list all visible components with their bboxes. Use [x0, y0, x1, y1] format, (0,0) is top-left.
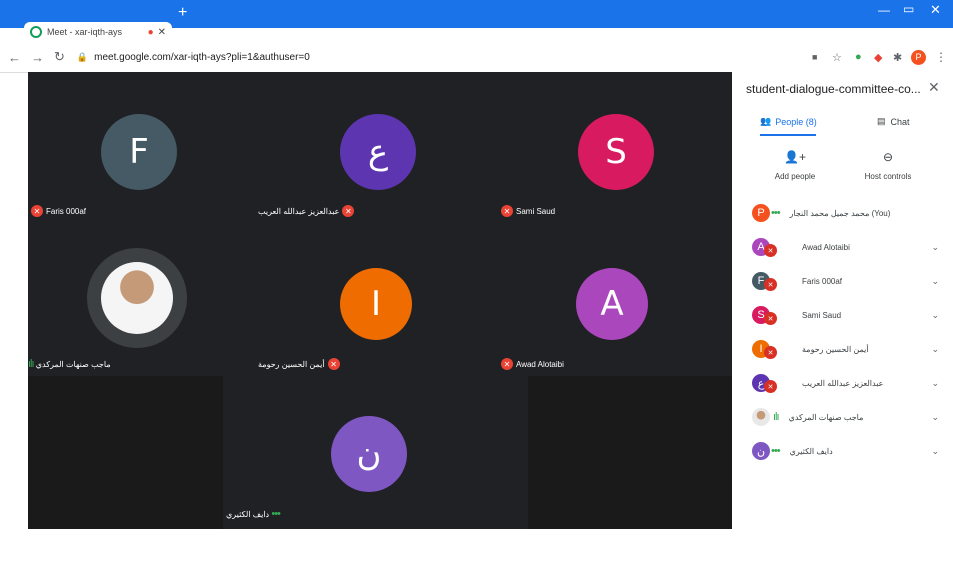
close-tab-icon[interactable]: ✕ [158, 27, 166, 38]
mic-off-icon: ✕ [31, 205, 43, 217]
extension-icon[interactable]: ● [855, 51, 862, 63]
tile-avatar: I [340, 268, 412, 340]
recording-dot-icon: ● [147, 26, 154, 38]
chevron-down-icon[interactable]: ⌄ [931, 412, 939, 423]
mic-off-icon: ✕ [764, 278, 777, 291]
video-grid: F ✕ Faris 000af ع عبدالعزيز عبدالله العري… [28, 72, 732, 529]
participant-name: محمد جميل محمد النجار (You) [789, 208, 891, 218]
participant-avatar: A ✕ [752, 238, 777, 257]
address-bar-row: ← → ↻ 🔒 meet.google.com/xar-iqth-ays?pli… [0, 42, 953, 73]
tile-name: ✕ Awad Alotaibi [498, 358, 564, 370]
people-icon: 👥 [760, 116, 772, 126]
connecting-dots-icon: ••• [771, 445, 781, 457]
participant-name: ماجب صنهات المركدي [788, 412, 864, 422]
mic-off-icon: ✕ [764, 380, 777, 393]
participant-avatar: ن [752, 442, 770, 460]
participant-avatar: ع ✕ [752, 374, 777, 393]
extension-2-icon[interactable]: ◆ [874, 51, 882, 64]
mic-off-icon: ✕ [764, 312, 777, 325]
chevron-down-icon[interactable]: ⌄ [931, 446, 939, 457]
tile-avatar: A [576, 268, 648, 340]
tile-name: ✕ Sami Saud [498, 205, 555, 217]
participant-name: Awad Alotaibi [802, 242, 850, 252]
tile-name: أيمن الحسين رحومة ✕ [258, 358, 343, 370]
participant-name: أيمن الحسين رحومة [802, 344, 869, 354]
chevron-down-icon[interactable]: ⌄ [931, 344, 939, 355]
toggle-icon: ⊖ [882, 150, 894, 164]
menu-icon[interactable]: ⋮ [935, 50, 947, 64]
back-button[interactable]: ← [8, 50, 21, 65]
participant-name: Sami Saud [802, 310, 842, 320]
tile-avatar: ع [340, 114, 416, 190]
user-photo [101, 262, 173, 334]
participant-name: عبدالعزيز عبدالله العريب [802, 378, 884, 388]
extensions-puzzle-icon[interactable]: ✱ [893, 51, 902, 64]
profile-avatar[interactable]: P [911, 49, 926, 65]
meet-favicon-icon [30, 26, 42, 38]
tab-chat[interactable]: ▤ Chat [877, 116, 910, 127]
chat-icon: ▤ [877, 116, 886, 126]
chevron-down-icon[interactable]: ⌄ [931, 310, 939, 321]
close-panel-icon[interactable]: ✕ [928, 79, 940, 96]
add-person-icon: 👤+ [784, 150, 806, 164]
participant-row[interactable]: ن ••• دايف الكثيري ⌄ [732, 434, 953, 468]
speaking-indicator-icon: ılı [28, 358, 34, 370]
participant-avatar: F ✕ [752, 272, 777, 291]
mic-off-icon: ✕ [342, 205, 355, 217]
tile-avatar: S [578, 114, 654, 190]
reload-button[interactable]: ↻ [54, 49, 65, 65]
participant-row[interactable]: ع ✕ عبدالعزيز عبدالله العريب ⌄ [732, 366, 953, 400]
participant-row[interactable]: A ✕ Awad Alotaibi ⌄ [732, 230, 953, 264]
participant-row[interactable]: I ✕ أيمن الحسين رحومة ⌄ [732, 332, 953, 366]
participant-photo-avatar [752, 408, 770, 426]
camera-icon[interactable]: ■ [812, 52, 817, 62]
chevron-down-icon[interactable]: ⌄ [931, 378, 939, 389]
participant-name: Faris 000af [802, 276, 843, 286]
tile-name: عبدالعزيز عبدالله العريب ✕ [258, 205, 357, 217]
participant-row[interactable]: F ✕ Faris 000af ⌄ [732, 264, 953, 298]
tab-title: Meet - xar-iqth-ays [47, 27, 123, 37]
tile-name: دايف الكثيري ••• [226, 508, 281, 520]
url-field[interactable]: meet.google.com/xar-iqth-ays?pli=1&authu… [94, 52, 310, 63]
mic-off-icon: ✕ [764, 244, 777, 257]
speaking-indicator-icon: ılı [773, 411, 779, 423]
people-tab-underline [760, 134, 816, 136]
minimize-button[interactable]: — [878, 3, 890, 17]
mic-off-icon: ✕ [501, 358, 513, 370]
host-controls-button[interactable]: ⊖ Host controls [858, 150, 918, 181]
participant-row[interactable]: ılı ماجب صنهات المركدي ⌄ [732, 400, 953, 434]
participant-row[interactable]: P ••• محمد جميل محمد النجار (You) [732, 196, 953, 230]
panel-title: student-dialogue-committee-co... [746, 82, 921, 96]
tile-name: ılı ماجب صنهات المركدي [28, 358, 111, 370]
connecting-dots-icon: ••• [271, 508, 281, 520]
star-icon[interactable]: ☆ [832, 51, 842, 64]
empty-tile-right [528, 376, 732, 529]
mic-off-icon: ✕ [764, 346, 777, 359]
participant-avatar: I ✕ [752, 340, 777, 359]
chevron-down-icon[interactable]: ⌄ [931, 276, 939, 287]
close-window-button[interactable]: ✕ [930, 2, 941, 18]
people-panel: student-dialogue-committee-co... ✕ 👥 Peop… [732, 72, 953, 529]
tile-photo-avatar [87, 248, 187, 348]
mic-off-icon: ✕ [501, 205, 513, 217]
tile-avatar: F [101, 114, 177, 190]
mic-off-icon: ✕ [327, 358, 340, 370]
tab-people[interactable]: 👥 People (8) [760, 116, 817, 127]
tile-name: ✕ Faris 000af [28, 205, 86, 217]
participant-avatar: P [752, 204, 770, 222]
new-tab-button[interactable]: + [178, 4, 187, 22]
connecting-dots-icon: ••• [771, 207, 781, 219]
lock-icon: 🔒 [76, 51, 89, 62]
participant-row[interactable]: S ✕ Sami Saud ⌄ [732, 298, 953, 332]
restore-button[interactable]: ▭ [903, 2, 914, 16]
tile-avatar: ن [331, 416, 407, 492]
participant-avatar: S ✕ [752, 306, 777, 325]
browser-tab[interactable]: Meet - xar-iqth-ays ● ✕ [24, 22, 172, 42]
add-people-button[interactable]: 👤+ Add people [770, 150, 820, 181]
forward-button[interactable]: → [31, 50, 44, 65]
participant-name: دايف الكثيري [789, 446, 833, 456]
empty-tile-left [28, 376, 223, 529]
chevron-down-icon[interactable]: ⌄ [931, 242, 939, 253]
